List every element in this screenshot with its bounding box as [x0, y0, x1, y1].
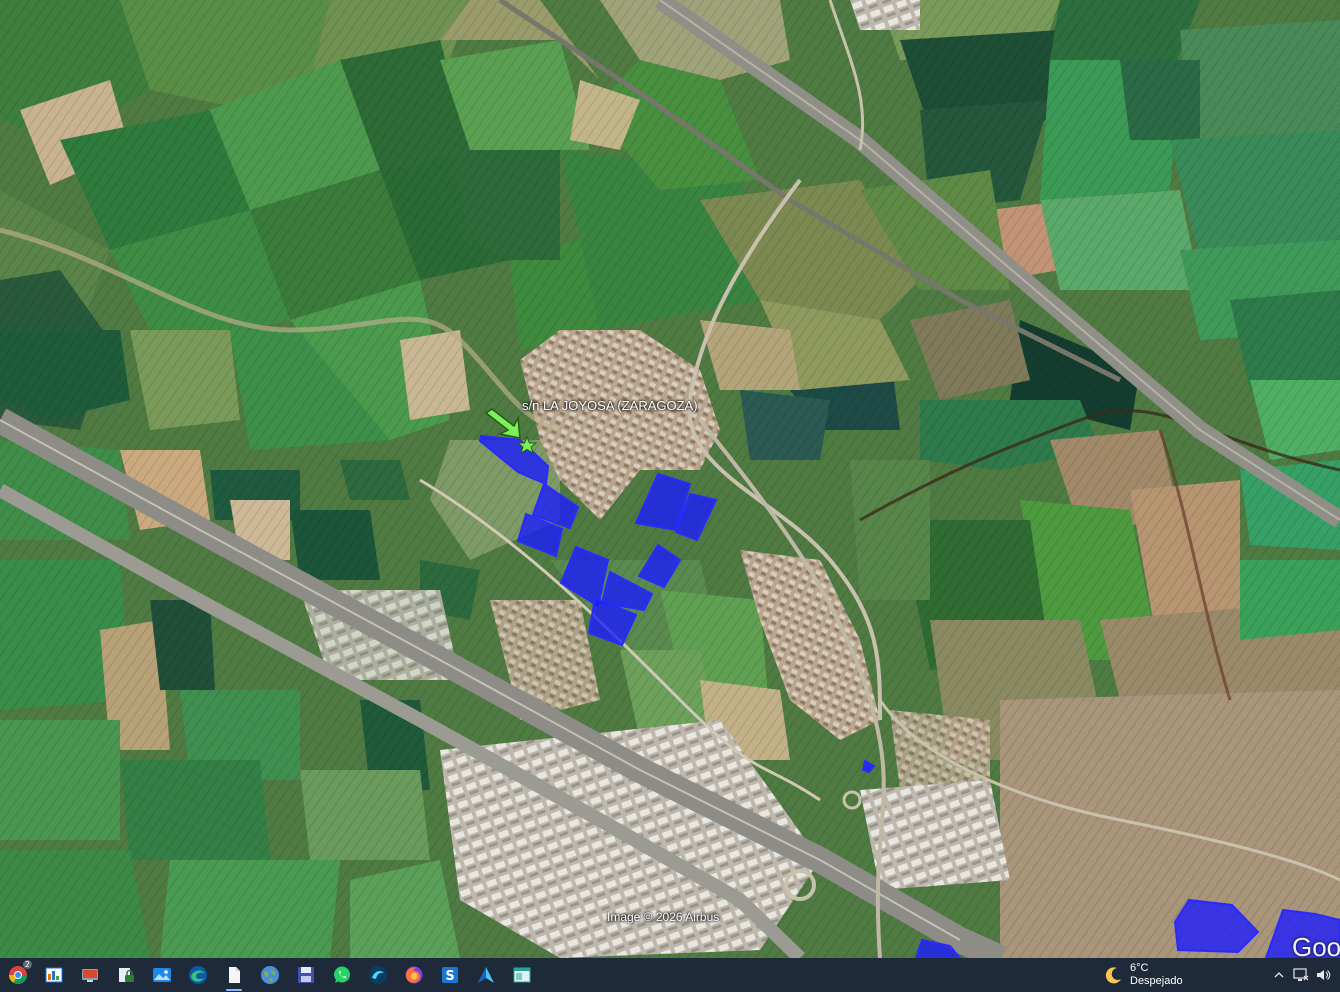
document-icon — [229, 967, 240, 983]
whatsapp-icon — [334, 966, 350, 983]
chevron-up-icon[interactable] — [1268, 958, 1290, 992]
folder-app-taskbar-button[interactable] — [36, 958, 72, 992]
photos-icon — [153, 968, 171, 982]
placemark-label[interactable]: s/n LA JOYOSA (ZARAGOZA) — [522, 398, 698, 413]
arrow-app-taskbar-button[interactable] — [468, 958, 504, 992]
monitor-app-taskbar-button[interactable] — [72, 958, 108, 992]
window-app-taskbar-button[interactable] — [504, 958, 540, 992]
housing-block — [890, 710, 990, 790]
chrome-taskbar-button[interactable]: 2 — [0, 958, 36, 992]
google-earth-taskbar-button[interactable] — [252, 958, 288, 992]
window-app-icon — [513, 967, 531, 983]
network-icon[interactable] — [1290, 958, 1312, 992]
whatsapp-taskbar-button[interactable] — [324, 958, 360, 992]
industrial-north — [850, 0, 920, 30]
windows-taskbar: 2 S 6°C Despejado — [0, 958, 1340, 992]
lock-file-icon — [119, 968, 134, 982]
edge-icon — [189, 966, 207, 984]
wave-icon — [369, 966, 387, 984]
chrome-badge: 2 — [22, 960, 32, 969]
satellite-map[interactable] — [0, 0, 1340, 958]
globe-icon — [261, 966, 279, 984]
edge-taskbar-button[interactable] — [180, 958, 216, 992]
notepad-taskbar-button[interactable] — [216, 958, 252, 992]
blue-wave-app-taskbar-button[interactable] — [360, 958, 396, 992]
floppy-disk-icon — [298, 967, 314, 983]
save-disk-taskbar-button[interactable] — [288, 958, 324, 992]
system-tray — [1268, 958, 1340, 992]
arrow-app-icon — [478, 967, 494, 983]
weather-temperature: 6°C — [1130, 962, 1149, 974]
imagery-attribution: Image © 2026 Airbus — [607, 910, 720, 924]
volume-icon[interactable] — [1312, 958, 1334, 992]
chart-app-icon — [45, 967, 63, 983]
s-app-taskbar-button[interactable]: S — [432, 958, 468, 992]
weather-description: Despejado — [1130, 975, 1183, 987]
firefox-icon — [405, 966, 423, 984]
monitor-icon — [82, 969, 98, 982]
photos-taskbar-button[interactable] — [144, 958, 180, 992]
secure-files-taskbar-button[interactable] — [108, 958, 144, 992]
moon-icon — [1105, 967, 1121, 984]
weather-widget[interactable]: 6°C Despejado — [1104, 958, 1183, 992]
s-shield-icon: S — [442, 967, 458, 984]
firefox-taskbar-button[interactable] — [396, 958, 432, 992]
svg-text:S: S — [445, 969, 454, 984]
